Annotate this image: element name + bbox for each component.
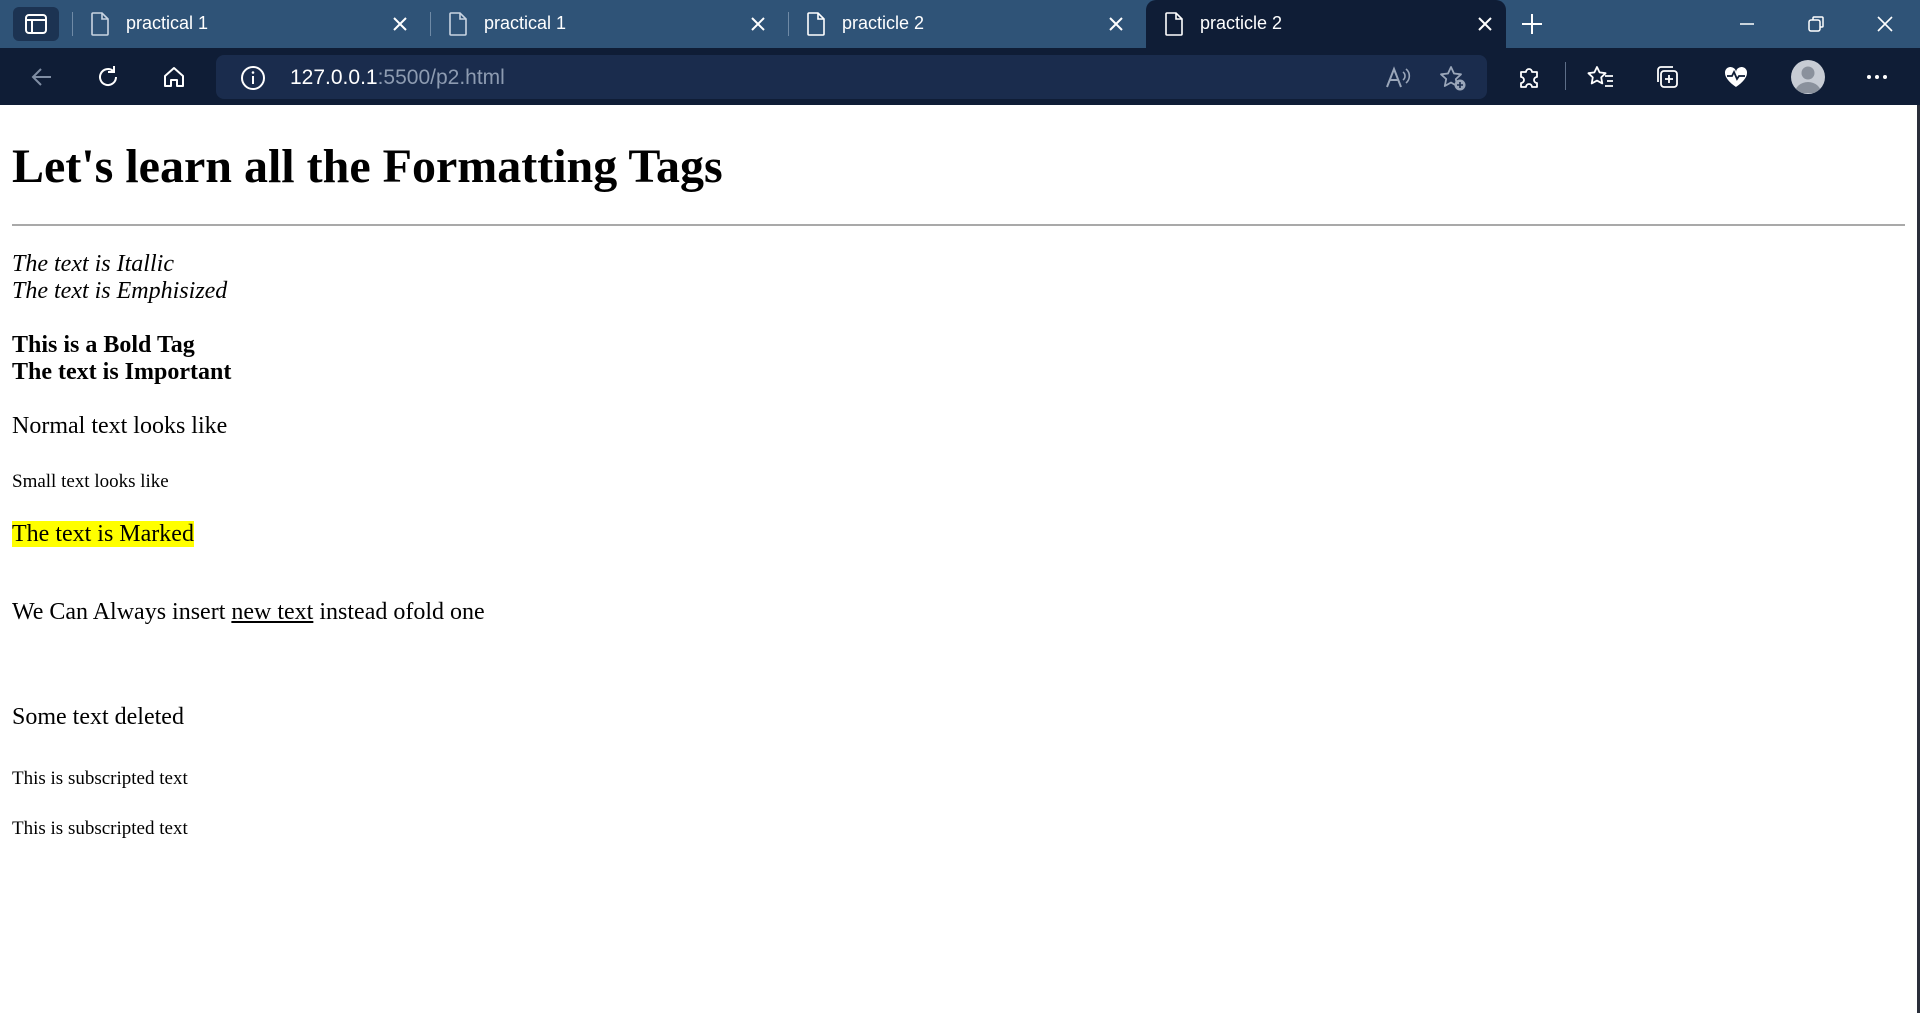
tab-practical-1-second[interactable]: practical 1 (430, 0, 779, 48)
address-bar[interactable]: 127.0.0.1:5500/p2.html (216, 55, 1487, 99)
back-button[interactable] (28, 63, 56, 91)
emphasized-text: The text is Emphisized (12, 278, 228, 304)
tab-title: practicle 2 (1200, 13, 1283, 33)
page-viewport: Let's learn all the Formatting Tags The … (0, 105, 1920, 1013)
insert-before-text: We Can Always insert (12, 599, 226, 625)
subscript-text-2: This is subscripted text (12, 818, 188, 839)
extensions-button[interactable] (1515, 63, 1543, 91)
toolbar-divider (1565, 62, 1566, 90)
marked-text: The text is Marked (12, 521, 194, 547)
back-arrow-icon (31, 68, 51, 86)
close-icon[interactable] (391, 15, 409, 33)
restore-icon[interactable] (1806, 14, 1826, 34)
tab-practicle-2[interactable]: practicle 2 (788, 0, 1137, 48)
home-button[interactable] (160, 63, 188, 91)
italic-text: The text is Itallic (12, 251, 174, 277)
tab-title: practical 1 (484, 13, 567, 33)
tab-title: practicle 2 (842, 13, 925, 33)
page-heading: Let's learn all the Formatting Tags (12, 140, 723, 193)
insert-after-text: instead ofold one (319, 599, 485, 625)
puzzle-icon (1520, 68, 1538, 88)
file-icon (449, 12, 467, 36)
deleted-text: Some text deleted (12, 704, 184, 730)
minimize-icon[interactable] (1737, 14, 1757, 34)
heart-pulse-icon (1724, 66, 1748, 87)
avatar[interactable] (1791, 60, 1825, 94)
inserted-text: new text (231, 599, 314, 625)
file-icon (1165, 12, 1183, 36)
plus-icon[interactable] (1520, 12, 1544, 36)
favorites-button[interactable] (1587, 63, 1615, 91)
collections-button[interactable] (1653, 63, 1681, 91)
favorites-icon (1587, 66, 1613, 87)
url-text[interactable]: 127.0.0.1:5500/p2.html (290, 66, 505, 90)
tab-title: practical 1 (126, 13, 209, 33)
collections-icon (1657, 66, 1678, 88)
window-close-icon[interactable] (1875, 14, 1895, 34)
more-icon (1867, 75, 1887, 79)
info-icon[interactable] (240, 65, 266, 91)
health-button[interactable] (1722, 63, 1750, 91)
avatar-icon (1795, 66, 1821, 93)
star-add-icon[interactable] (1438, 64, 1468, 92)
tab-actions-icon (25, 14, 47, 34)
refresh-button[interactable] (94, 63, 122, 91)
horizontal-rule (12, 224, 1905, 226)
marked-text-line: The text is Marked (12, 521, 194, 548)
bold-text: This is a Bold Tag (12, 332, 195, 358)
subscript-text-1: This is subscripted text (12, 768, 188, 789)
close-icon[interactable] (1476, 15, 1494, 33)
browser-toolbar: 127.0.0.1:5500/p2.html (0, 48, 1920, 105)
tab-practical-1[interactable]: practical 1 (72, 0, 421, 48)
small-text: Small text looks like (12, 471, 169, 492)
home-icon (164, 67, 184, 87)
tab-actions-button[interactable] (13, 7, 59, 41)
tab-strip: practical 1 practical 1 practicle 2 prac… (0, 0, 1920, 48)
refresh-icon (99, 66, 118, 86)
close-icon[interactable] (749, 15, 767, 33)
url-path: :5500/p2.html (377, 66, 505, 89)
tab-practicle-2-active[interactable]: practicle 2 (1146, 0, 1506, 48)
more-button[interactable] (1863, 63, 1891, 91)
file-icon (807, 12, 825, 36)
read-aloud-icon[interactable] (1384, 65, 1412, 91)
file-icon (91, 12, 109, 36)
url-host: 127.0.0.1 (290, 66, 378, 89)
normal-text: Normal text looks like (12, 413, 228, 439)
close-icon[interactable] (1107, 15, 1125, 33)
insert-text-line: We Can Always insert new text instead of… (12, 599, 485, 626)
important-text: The text is Important (12, 359, 232, 385)
